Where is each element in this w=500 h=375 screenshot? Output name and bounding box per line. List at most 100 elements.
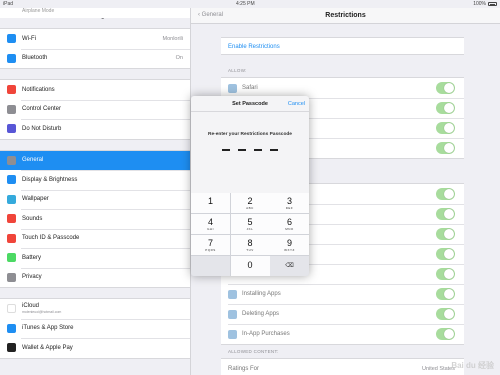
wallpaper-icon: [7, 194, 16, 204]
cancel-button[interactable]: Cancel: [288, 101, 305, 107]
keypad-key-5[interactable]: 5 JKL: [230, 213, 270, 235]
key-number: 9: [286, 237, 292, 248]
sidebar-item-notifications[interactable]: Notifications: [0, 80, 190, 100]
allowed-content-group: Ratings For United States: [221, 358, 464, 375]
toggle-switch[interactable]: [436, 102, 455, 114]
toggle-switch[interactable]: [436, 308, 455, 320]
sidebar-item-privacy[interactable]: Privacy: [0, 267, 190, 288]
allow-section-label: ALLOW:: [228, 68, 247, 73]
app-icon: [228, 289, 237, 299]
settings-group: Wi-Fi Monlorili Bluetooth On: [0, 28, 190, 69]
key-number: 6: [286, 216, 292, 227]
restriction-row[interactable]: Safari: [221, 78, 464, 98]
key-letters: MNO: [285, 227, 294, 232]
sidebar-item-control-center[interactable]: Control Center: [0, 99, 190, 120]
restriction-row[interactable]: Deleting Apps: [221, 304, 464, 324]
cloud-icon: [7, 304, 16, 314]
sidebar-item-itunes-app-store[interactable]: iTunes & App Store: [0, 318, 190, 339]
sidebar-item-label: iTunes & App Store: [22, 325, 74, 332]
passcode-digit-slot: [270, 149, 278, 151]
keypad-key-1[interactable]: 1: [191, 193, 230, 214]
wallet-icon: [7, 343, 16, 353]
toggle-switch[interactable]: [436, 208, 455, 220]
toggle-switch[interactable]: [436, 122, 455, 134]
number-keypad: 1 2 ABC 3 DEF 4 GHI 5 JKL 6 MNO 7 PQRS 8 TUV 9 WXYZ 0 ⌫: [191, 193, 309, 276]
toggle-switch[interactable]: [436, 248, 455, 260]
sidebar-item-label: Control Center: [22, 106, 62, 113]
toggle-switch[interactable]: [436, 188, 455, 200]
sidebar-item-wallpaper[interactable]: Wallpaper: [0, 189, 190, 210]
sidebar-item-do-not-disturb[interactable]: Do Not Disturb: [0, 119, 190, 139]
keypad-key-7[interactable]: 7 PQRS: [191, 234, 230, 256]
keypad-key-6[interactable]: 6 MNO: [270, 213, 309, 235]
battery-icon: [488, 2, 497, 6]
passcode-digit-slot: [238, 149, 246, 151]
delete-button[interactable]: ⌫: [270, 255, 309, 276]
restriction-label: In-App Purchases: [242, 331, 290, 337]
sidebar-item-label: Wi-Fi: [22, 35, 36, 42]
toggle-switch[interactable]: [436, 228, 455, 240]
enable-restrictions-button[interactable]: Enable Restrictions: [221, 37, 464, 55]
moon-icon: [7, 124, 16, 134]
battery-icon: [7, 253, 16, 263]
keypad-key-4[interactable]: 4 GHI: [191, 213, 230, 235]
key-number: 8: [247, 237, 253, 248]
key-letters: ABC: [246, 206, 254, 211]
keypad-key-3[interactable]: 3 DEF: [270, 193, 309, 214]
toggle-switch[interactable]: [436, 142, 455, 154]
key-letters: DEF: [285, 206, 294, 211]
passcode-entry: [222, 149, 278, 151]
sidebar-item-bluetooth[interactable]: Bluetooth On: [0, 48, 190, 69]
keypad-key-0[interactable]: 0: [230, 255, 270, 276]
ratings-value: United States: [421, 366, 455, 372]
sidebar-item-general[interactable]: General: [0, 150, 190, 170]
dialog-header: Set Passcode Cancel: [191, 96, 309, 112]
key-letters: PQRS: [205, 248, 216, 253]
fingerprint-icon: [7, 233, 16, 243]
bluetooth-icon: [7, 53, 16, 63]
restriction-label: Safari: [242, 85, 258, 91]
sidebar-item-sounds[interactable]: Sounds: [0, 209, 190, 229]
key-number: 3: [286, 195, 292, 206]
keypad-key-9[interactable]: 9 WXYZ: [270, 234, 309, 256]
toggle-switch[interactable]: [436, 288, 455, 300]
sidebar-item-wi-fi[interactable]: Wi-Fi Monlorili: [0, 29, 190, 49]
key-letters: WXYZ: [284, 248, 295, 253]
gear-icon: [7, 155, 16, 165]
control-center-icon: [7, 104, 16, 114]
clock: 4:25 PM: [236, 1, 255, 7]
battery-percent: 100%: [473, 1, 486, 7]
restriction-row[interactable]: In-App Purchases: [221, 324, 464, 344]
sidebar-item-value: Monlorili: [162, 35, 183, 42]
sidebar-item-wallet-apple-pay[interactable]: Wallet & Apple Pay: [0, 338, 190, 358]
passcode-digit-slot: [222, 149, 230, 151]
app-icon: [228, 329, 237, 339]
keypad-key-2[interactable]: 2 ABC: [230, 193, 270, 214]
toggle-switch[interactable]: [436, 82, 455, 94]
privacy-icon: [7, 272, 16, 282]
device-label: iPad: [3, 1, 14, 7]
sidebar-item-battery[interactable]: Battery: [0, 248, 190, 268]
key-number: 2: [247, 195, 253, 206]
keypad-blank: [191, 255, 230, 276]
set-passcode-dialog: Set Passcode Cancel Re-enter your Restri…: [191, 96, 309, 276]
key-number: 1: [207, 195, 213, 206]
airplane-mode-row[interactable]: Airplane Mode: [0, 8, 190, 18]
sidebar-item-touch-id-passcode[interactable]: Touch ID & Passcode: [0, 228, 190, 249]
keypad-key-8[interactable]: 8 TUV: [230, 234, 270, 256]
sidebar-item-display-brightness[interactable]: Display & Brightness: [0, 170, 190, 190]
ratings-row[interactable]: Ratings For United States: [221, 359, 464, 375]
toggle-switch[interactable]: [436, 268, 455, 280]
sidebar-item-label: Display & Brightness: [22, 176, 78, 183]
key-letters: TUV: [246, 248, 254, 253]
sidebar-item-label: Wallet & Apple Pay: [22, 344, 73, 351]
sidebar-item-label: Bluetooth: [22, 55, 48, 62]
key-number: 5: [247, 216, 253, 227]
app-icon: [228, 83, 237, 93]
sidebar-item-label: General: [22, 157, 44, 164]
toggle-switch[interactable]: [436, 328, 455, 340]
wifi-icon: [7, 34, 16, 44]
restriction-row[interactable]: Installing Apps: [221, 284, 464, 304]
sounds-icon: [7, 214, 16, 224]
sidebar-item-icloud[interactable]: iCloud molenieuoi@hotmail.com: [0, 299, 190, 319]
